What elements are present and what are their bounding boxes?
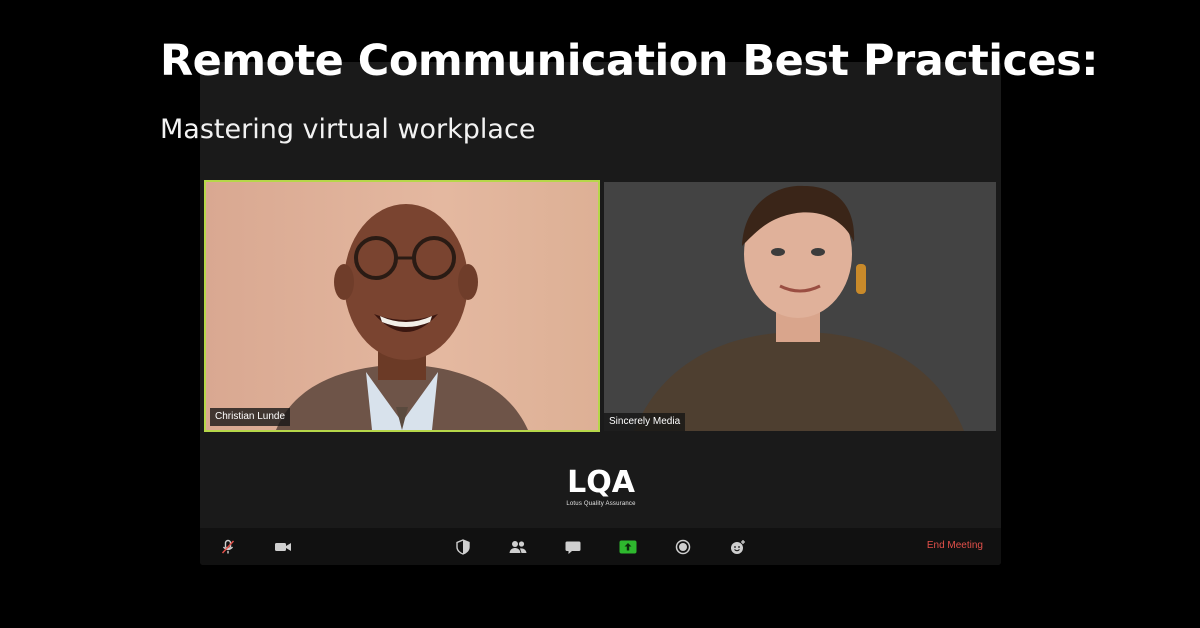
- microphone-muted-icon: [221, 539, 235, 554]
- video-tile-christian[interactable]: Christian Lunde: [204, 180, 600, 432]
- participant-name-label: Sincerely Media: [604, 413, 686, 431]
- end-meeting-button[interactable]: End Meeting: [927, 540, 983, 551]
- security-shield-icon: [456, 539, 470, 555]
- reactions-icon: [731, 540, 745, 554]
- record-icon: [675, 539, 691, 555]
- participants-button[interactable]: [508, 537, 528, 557]
- participant-video-sincerely: [604, 182, 996, 431]
- participants-icon: [509, 541, 527, 553]
- record-button[interactable]: [673, 537, 693, 557]
- share-screen-button[interactable]: [618, 537, 638, 557]
- reactions-button[interactable]: [728, 537, 748, 557]
- video-button[interactable]: [273, 537, 293, 557]
- logo-mark: LQA: [567, 465, 635, 500]
- headline: Remote Communication Best Practices:: [160, 36, 1098, 86]
- mute-button[interactable]: [218, 537, 238, 557]
- chat-button[interactable]: [563, 537, 583, 557]
- participant-video-christian: [206, 182, 598, 430]
- chat-icon: [565, 541, 581, 554]
- participant-name-label: Christian Lunde: [210, 408, 291, 426]
- subheadline: Mastering virtual workplace: [160, 114, 536, 145]
- share-screen-icon: [619, 540, 637, 554]
- video-tile-sincerely[interactable]: Sincerely Media: [604, 182, 996, 431]
- logo-tagline: Lotus Quality Assurance: [566, 501, 636, 507]
- video-camera-icon: [275, 543, 291, 551]
- meeting-toolbar: End Meeting: [200, 528, 1001, 565]
- security-button[interactable]: [453, 537, 473, 557]
- company-logo: LQA Lotus Quality Assurance: [560, 465, 642, 508]
